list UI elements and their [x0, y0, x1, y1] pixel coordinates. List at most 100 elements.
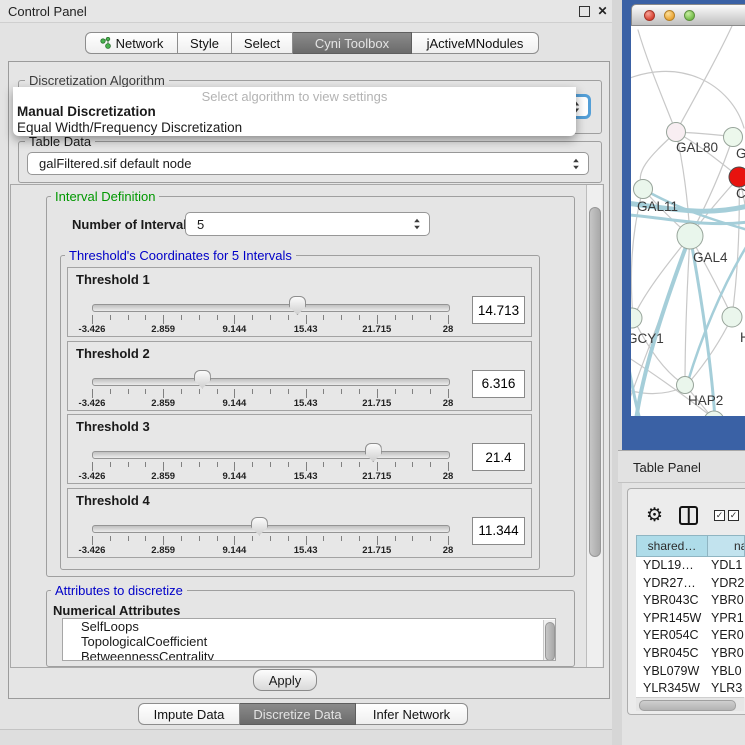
- network-node[interactable]: [677, 223, 703, 249]
- network-node[interactable]: [729, 167, 745, 187]
- dropdown-option-equal-width[interactable]: Equal Width/Frequency Discretization: [17, 120, 580, 135]
- combo-stepper-icon: [413, 218, 421, 230]
- table-row[interactable]: YBL079WYBL0: [636, 663, 745, 681]
- num-intervals-combobox[interactable]: 5: [185, 212, 430, 236]
- interval-definition-label: Interval Definition: [51, 189, 159, 204]
- attribute-list-item[interactable]: TopologicalCoefficient: [63, 634, 555, 649]
- select-all-columns-icon[interactable]: ✓: [728, 510, 739, 521]
- slider-tick: [412, 462, 413, 467]
- slider-handle[interactable]: [289, 296, 306, 315]
- float-window-icon[interactable]: [578, 5, 591, 18]
- table-row[interactable]: YDL19…YDL1: [636, 557, 745, 575]
- scrollbar-thumb[interactable]: [545, 622, 555, 661]
- network-node[interactable]: [724, 128, 743, 147]
- attribute-list-item[interactable]: BetweennessCentrality: [63, 649, 555, 661]
- column-layout-icon[interactable]: [679, 506, 698, 525]
- cell-shared-name: YLR345W: [643, 680, 700, 697]
- slider-tick: [181, 315, 182, 320]
- cell-name: YPR1: [711, 610, 744, 628]
- gear-icon[interactable]: ⚙: [646, 506, 663, 526]
- tick-label: 28: [443, 545, 454, 556]
- table-row[interactable]: YDR27… YDR2: [636, 575, 745, 593]
- tab-select[interactable]: Select: [232, 32, 293, 54]
- slider-handle[interactable]: [365, 443, 382, 462]
- panel-divider[interactable]: [612, 0, 622, 745]
- tab-style[interactable]: Style: [178, 32, 232, 54]
- slider-tick: [128, 389, 129, 394]
- scrollbar-thumb[interactable]: [639, 700, 736, 711]
- network-node[interactable]: [722, 307, 742, 327]
- table-row[interactable]: YBR045CYBR0: [636, 645, 745, 663]
- dropdown-option-manual[interactable]: Manual Discretization: [17, 104, 580, 119]
- network-node[interactable]: [677, 377, 694, 394]
- node-label: C: [736, 186, 745, 201]
- slider-handle[interactable]: [194, 370, 211, 389]
- tab-discretize-data[interactable]: Discretize Data: [240, 703, 356, 725]
- attributes-listbox[interactable]: SelfLoopsTopologicalCoefficientBetweenne…: [62, 618, 556, 661]
- slider-tick: [217, 389, 218, 394]
- tab-network[interactable]: Network: [85, 32, 178, 54]
- threshold-value-field[interactable]: [472, 370, 525, 398]
- select-columns-icon[interactable]: ✓: [714, 510, 725, 521]
- slider-handle[interactable]: [251, 517, 268, 536]
- scrollbar-thumb[interactable]: [589, 207, 601, 557]
- thresholds-group: Threshold's Coordinates for 5 Intervals …: [60, 255, 540, 570]
- table-row[interactable]: YBR043CYBR0: [636, 592, 745, 610]
- network-canvas[interactable]: GAL80GACGAL11GAL4GCY1HHAP2: [631, 26, 745, 416]
- combo-stepper-icon: [572, 158, 580, 170]
- threshold-value-field[interactable]: [472, 443, 525, 471]
- slider-tick: [306, 536, 307, 545]
- tab-impute-data[interactable]: Impute Data: [138, 703, 240, 725]
- column-header-shared[interactable]: shared…: [636, 535, 708, 557]
- slider-tick-labels: -3.4262.8599.14415.4321.71528: [92, 545, 449, 556]
- slider-track[interactable]: [92, 304, 450, 312]
- apply-button[interactable]: Apply: [253, 669, 317, 691]
- slider-tick: [430, 389, 431, 394]
- slider-tick: [288, 462, 289, 467]
- cell-shared-name: YBR043C: [643, 592, 699, 610]
- table-row[interactable]: YER054CYER0: [636, 627, 745, 645]
- minimize-traffic-light-icon[interactable]: [664, 10, 675, 21]
- tick-label: 9.144: [223, 324, 247, 335]
- threshold-label: Threshold 3: [76, 419, 150, 434]
- slider-tick: [199, 536, 200, 541]
- close-traffic-light-icon[interactable]: [644, 10, 655, 21]
- network-node[interactable]: [634, 180, 653, 199]
- network-node[interactable]: [631, 308, 642, 328]
- list-vertical-scrollbar[interactable]: [543, 620, 556, 661]
- table-row[interactable]: YPR145WYPR1: [636, 610, 745, 628]
- threshold-value-field[interactable]: [472, 517, 525, 545]
- slider-track[interactable]: [92, 378, 450, 386]
- table-row[interactable]: YLR345WYLR3: [636, 680, 745, 697]
- screen: Control Panel ✕ Network Style Select Cyn…: [0, 0, 745, 745]
- cell-name: YER0: [711, 627, 744, 645]
- zoom-traffic-light-icon[interactable]: [684, 10, 695, 21]
- tab-label: Style: [190, 36, 219, 51]
- slider-tick: [128, 536, 129, 541]
- cell-shared-name: YDR27…: [643, 575, 696, 593]
- dropdown-placeholder-option[interactable]: Select algorithm to view settings: [13, 89, 576, 104]
- tab-infer-network[interactable]: Infer Network: [356, 703, 468, 725]
- table-data-combobox[interactable]: galFiltered.sif default node: [27, 152, 589, 175]
- tab-cyni-toolbox[interactable]: Cyni Toolbox: [293, 32, 412, 54]
- network-window-titlebar[interactable]: [631, 4, 745, 26]
- tick-label: -3.426: [79, 398, 106, 409]
- close-window-icon[interactable]: ✕: [596, 5, 609, 18]
- table-data-value: galFiltered.sif default node: [39, 156, 191, 171]
- column-header-name[interactable]: name: [707, 535, 745, 557]
- network-node[interactable]: [667, 123, 686, 142]
- tab-jactivemnodules[interactable]: jActiveMNodules: [412, 32, 539, 54]
- panel-vertical-scrollbar[interactable]: [586, 185, 602, 667]
- slider-tick: [288, 389, 289, 394]
- cell-name: YDR2: [711, 575, 744, 593]
- attribute-list-item[interactable]: SelfLoops: [63, 619, 555, 634]
- slider-tick: [92, 462, 93, 471]
- table-horizontal-scrollbar[interactable]: [636, 697, 744, 711]
- slider-tick: [128, 315, 129, 320]
- slider-track[interactable]: [92, 451, 450, 459]
- slider-track[interactable]: [92, 525, 450, 533]
- threshold-value-field[interactable]: [472, 296, 525, 324]
- tick-label: 21.715: [362, 471, 391, 482]
- slider-tick: [252, 462, 253, 467]
- slider-tick: [234, 389, 235, 398]
